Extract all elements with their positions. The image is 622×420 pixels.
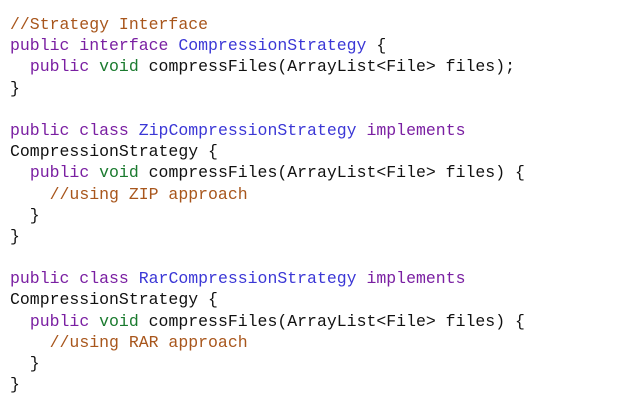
code-line: } (10, 78, 616, 99)
code-token-plain: } (10, 226, 20, 246)
code-token-keyword: implements (356, 120, 466, 140)
code-token-class: CompressionStrategy (178, 36, 367, 56)
code-line: public class RarCompressionStrategy impl… (10, 268, 616, 289)
code-token-keyword: implements (356, 269, 466, 289)
code-line: CompressionStrategy { (10, 141, 616, 162)
code-line: public void compressFiles(ArrayList<File… (10, 311, 616, 332)
code-token-comment: //Strategy Interface (10, 15, 209, 34)
code-line: } (10, 205, 616, 226)
code-token-plain: } (10, 354, 40, 373)
code-token-keyword: public (29, 311, 100, 331)
code-token-type: void (99, 163, 139, 183)
code-line: //Strategy Interface (10, 14, 616, 35)
code-editor: //Strategy Interface public interface Com… (10, 14, 616, 395)
code-line: } (10, 226, 616, 247)
code-line: public void compressFiles(ArrayList<File… (10, 56, 616, 77)
code-token-plain: } (10, 375, 20, 395)
code-token-keyword: public class (10, 120, 139, 140)
code-token-plain: compressFiles(ArrayList<File> files); (138, 57, 515, 77)
code-token-keyword: public (29, 57, 100, 77)
code-token-class: ZipCompressionStrategy (138, 120, 357, 140)
code-token-keyword: public (29, 163, 100, 183)
code-token-type: void (99, 311, 139, 331)
code-line: //using ZIP approach (10, 184, 616, 205)
code-token-plain: compressFiles(ArrayList<File> files) { (138, 311, 525, 331)
code-token-keyword: public class (10, 269, 139, 289)
code-line: } (10, 374, 616, 395)
code-token-keyword: public interface (10, 36, 179, 56)
code-token-comment: //using RAR approach (49, 332, 248, 352)
code-token-class: RarCompressionStrategy (138, 269, 357, 289)
code-token-type: void (99, 57, 139, 77)
code-token-plain: CompressionStrategy { (10, 290, 218, 310)
code-token-plain: } (10, 78, 20, 98)
code-token-plain: compressFiles(ArrayList<File> files) { (138, 163, 525, 183)
code-line: CompressionStrategy { (10, 289, 616, 310)
code-token-plain: } (10, 205, 40, 225)
code-line: } (10, 353, 616, 374)
code-line: public class ZipCompressionStrategy impl… (10, 120, 616, 141)
code-token-comment: //using ZIP approach (49, 184, 248, 204)
code-token-plain: { (366, 36, 387, 56)
code-token-plain: CompressionStrategy { (10, 142, 218, 162)
code-line: public interface CompressionStrategy { (10, 35, 616, 56)
code-line: public void compressFiles(ArrayList<File… (10, 162, 616, 183)
code-line: //using RAR approach (10, 332, 616, 353)
